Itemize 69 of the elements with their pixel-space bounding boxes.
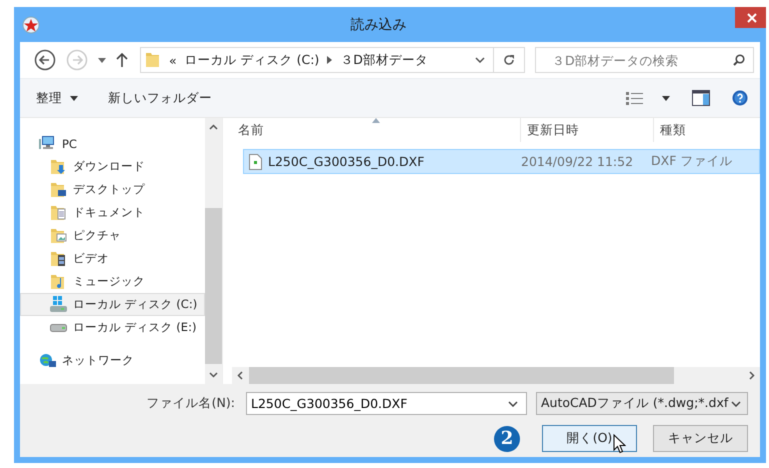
nav-item[interactable]: PC bbox=[20, 132, 205, 155]
documents-folder-icon bbox=[50, 204, 68, 221]
nav-item[interactable]: ピクチャ bbox=[20, 224, 205, 247]
cursor-icon bbox=[613, 434, 626, 454]
chevron-down-icon[interactable] bbox=[209, 372, 218, 378]
caret-icon[interactable] bbox=[662, 96, 670, 100]
nav-item[interactable]: ミュージック bbox=[20, 270, 205, 293]
up-arrow-icon[interactable] bbox=[116, 53, 128, 67]
file-name-label: ファイル名(N): bbox=[146, 395, 235, 412]
nav-item[interactable]: デスクトップ bbox=[20, 178, 205, 201]
nav-item[interactable]: ローカル ディスク (E:) bbox=[20, 316, 205, 339]
nav-item[interactable]: ドキュメント bbox=[20, 201, 205, 224]
nav-item[interactable]: ローカル ディスク (C:) bbox=[20, 293, 205, 316]
horizontal-scrollbar[interactable] bbox=[232, 367, 760, 384]
file-row[interactable]: L250C_G300356_D0.DXF 2014/09/22 11:52 DXF ファイル bbox=[243, 149, 760, 174]
videos-folder-icon bbox=[50, 250, 68, 267]
chevron-up-icon[interactable] bbox=[209, 124, 218, 130]
open-button[interactable]: 開く(O) bbox=[542, 425, 637, 452]
dxf-file-icon bbox=[249, 154, 262, 170]
vertical-scrollbar[interactable] bbox=[205, 118, 222, 384]
close-button[interactable] bbox=[735, 7, 766, 28]
address-bar[interactable]: « ローカル ディスク (C:) ３D部材データ bbox=[140, 47, 525, 73]
table-cell-text: DXF ファイル bbox=[651, 153, 734, 170]
file-name: L250C_G300356_D0.DXF bbox=[268, 154, 424, 169]
drive-icon bbox=[50, 324, 67, 332]
network-icon bbox=[39, 352, 57, 369]
column-header[interactable]: 種類 bbox=[654, 118, 760, 142]
chevron-down-icon[interactable] bbox=[508, 400, 518, 406]
window-title: 読み込み bbox=[350, 16, 408, 34]
preview-pane-icon[interactable] bbox=[692, 90, 710, 106]
chevron-down-icon bbox=[731, 400, 741, 406]
refresh-icon bbox=[502, 54, 515, 66]
file-type-dropdown[interactable]: AutoCADファイル (*.dwg;*.dxf bbox=[536, 392, 748, 415]
nav-item[interactable]: ネットワーク bbox=[20, 349, 205, 372]
table-cell-text: 2014/09/22 11:52 bbox=[521, 154, 634, 169]
overflow-chevron[interactable]: « bbox=[169, 52, 177, 68]
chevron-down-icon[interactable] bbox=[474, 57, 485, 63]
folder-icon bbox=[145, 51, 161, 69]
computer-icon bbox=[39, 135, 57, 152]
nav-item[interactable]: ダウンロード bbox=[20, 155, 205, 178]
chevron-right-icon[interactable] bbox=[327, 56, 332, 64]
drive-icon bbox=[50, 296, 68, 313]
caret-icon bbox=[70, 96, 78, 100]
scroll-thumb[interactable] bbox=[205, 208, 222, 364]
close-icon bbox=[746, 12, 756, 22]
breadcrumb-item[interactable]: ローカル ディスク (C:) bbox=[184, 52, 320, 68]
breadcrumb-item[interactable]: ３D部材データ bbox=[340, 52, 428, 68]
download-folder-icon bbox=[50, 158, 68, 175]
search-field[interactable]: ３D部材データの検索 bbox=[534, 47, 754, 73]
column-header[interactable]: 更新日時 bbox=[521, 118, 654, 142]
scroll-thumb[interactable] bbox=[249, 367, 674, 384]
chevron-left-icon[interactable] bbox=[237, 371, 243, 380]
pictures-folder-icon bbox=[50, 227, 68, 244]
file-name-field[interactable]: L250C_G300356_D0.DXF bbox=[246, 392, 527, 415]
nav-item[interactable]: ビデオ bbox=[20, 247, 205, 270]
help-icon[interactable] bbox=[732, 90, 748, 106]
column-header[interactable]: 名前 bbox=[232, 118, 521, 142]
chevron-right-icon[interactable] bbox=[749, 371, 755, 380]
caret-icon[interactable] bbox=[98, 58, 106, 62]
back-icon[interactable] bbox=[34, 49, 56, 71]
desktop-folder-icon bbox=[50, 181, 68, 198]
view-options-icon[interactable] bbox=[626, 91, 644, 105]
sort-arrow-icon bbox=[372, 118, 380, 123]
cancel-button[interactable]: キャンセル bbox=[653, 425, 748, 452]
new-folder-button[interactable]: 新しいフォルダー bbox=[102, 86, 218, 110]
organize-menu[interactable]: 整理 bbox=[30, 86, 84, 110]
app-logo-icon bbox=[22, 16, 40, 34]
search-icon[interactable] bbox=[733, 54, 745, 66]
step-badge: 2 bbox=[494, 426, 520, 452]
